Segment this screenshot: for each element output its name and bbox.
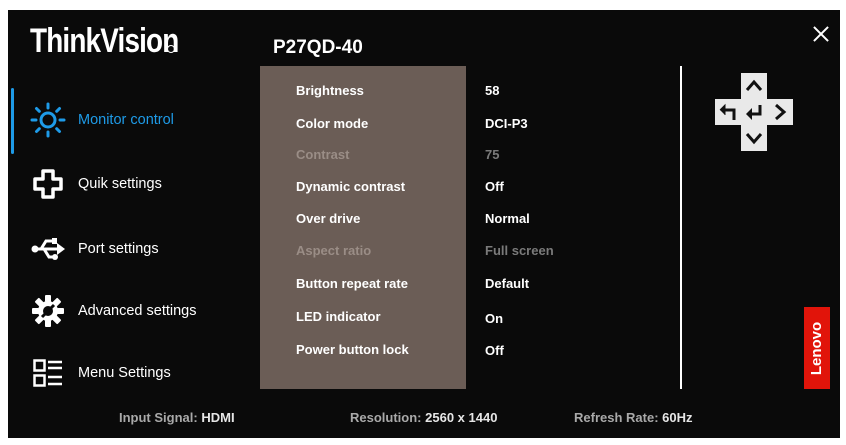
chevron-up-icon	[745, 79, 763, 91]
sidebar-item-label: Advanced settings	[78, 303, 197, 319]
setting-value-contrast: 75	[485, 147, 500, 162]
gear-icon	[28, 291, 68, 331]
sidebar: Monitor control Quik settings Port setti…	[8, 80, 253, 400]
setting-label-dynamic-contrast[interactable]: Dynamic contrast	[296, 179, 405, 194]
setting-label-color-mode[interactable]: Color mode	[296, 116, 368, 131]
sidebar-item-monitor-control[interactable]: Monitor control	[8, 95, 253, 145]
chevron-right-icon	[775, 103, 787, 121]
setting-label-brightness[interactable]: Brightness	[296, 83, 364, 98]
setting-value-over-drive[interactable]: Normal	[485, 211, 530, 226]
back-arrow-key[interactable]	[715, 99, 741, 125]
osd-window: ThinkVision P27QD-40 Monitor control Qui…	[8, 10, 840, 438]
sidebar-item-label: Port settings	[78, 241, 159, 257]
sidebar-item-quik-settings[interactable]: Quik settings	[8, 159, 253, 209]
logo-registered-mark	[167, 45, 175, 53]
setting-value-led-indicator[interactable]: On	[485, 311, 503, 326]
sidebar-item-advanced-settings[interactable]: Advanced settings	[8, 286, 253, 336]
enter-icon	[746, 105, 762, 120]
setting-value-brightness[interactable]: 58	[485, 83, 499, 98]
setting-label-button-repeat-rate[interactable]: Button repeat rate	[296, 276, 408, 291]
setting-label-contrast: Contrast	[296, 147, 350, 162]
sidebar-item-menu-settings[interactable]: Menu Settings	[8, 348, 253, 398]
sidebar-item-port-settings[interactable]: Port settings	[8, 224, 253, 274]
right-arrow-key[interactable]	[767, 99, 793, 125]
status-refresh-rate: Refresh Rate: 60Hz	[574, 410, 693, 425]
model-title: P27QD-40	[273, 37, 363, 58]
back-arrow-icon	[719, 103, 736, 120]
status-resolution: Resolution: 2560 x 1440	[350, 410, 498, 425]
sidebar-item-label: Menu Settings	[78, 365, 171, 381]
setting-label-aspect-ratio: Aspect ratio	[296, 243, 372, 258]
usb-icon	[28, 229, 68, 269]
lenovo-logo: Lenovo	[804, 307, 830, 389]
brightness-sun-icon	[28, 100, 68, 140]
setting-label-power-button-lock[interactable]: Power button lock	[296, 342, 409, 357]
enter-key[interactable]	[741, 99, 767, 125]
sidebar-item-label: Quik settings	[78, 176, 162, 192]
setting-value-button-repeat-rate[interactable]: Default	[485, 276, 529, 291]
down-arrow-key[interactable]	[741, 125, 767, 151]
settings-value-panel	[466, 66, 681, 389]
setting-value-color-mode[interactable]: DCI-P3	[485, 116, 528, 131]
menu-grid-icon	[28, 353, 68, 393]
close-icon[interactable]	[809, 22, 833, 46]
setting-label-led-indicator[interactable]: LED indicator	[296, 309, 381, 324]
chevron-down-icon	[745, 133, 763, 145]
setting-label-over-drive[interactable]: Over drive	[296, 211, 360, 226]
setting-value-power-button-lock[interactable]: Off	[485, 343, 504, 358]
up-arrow-key[interactable]	[741, 73, 767, 99]
setting-value-aspect-ratio: Full screen	[485, 243, 554, 258]
status-input-signal: Input Signal: HDMI	[119, 410, 235, 425]
setting-value-dynamic-contrast[interactable]: Off	[485, 179, 504, 194]
settings-label-panel	[260, 66, 466, 389]
thinkvision-logo: ThinkVision	[30, 22, 179, 60]
puzzle-cross-icon	[28, 164, 68, 204]
sidebar-item-label: Monitor control	[78, 112, 174, 128]
